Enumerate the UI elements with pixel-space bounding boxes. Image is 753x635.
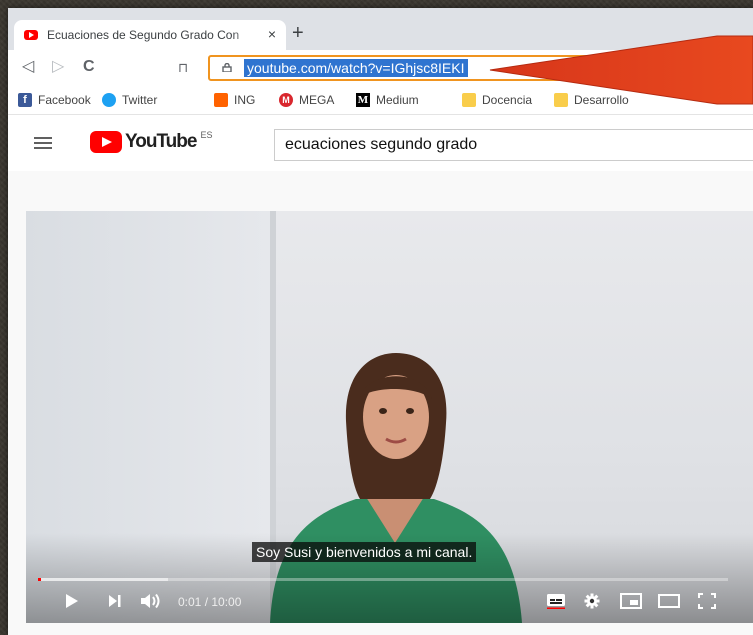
bookmarks-bar: f Facebook Twitter ING M MEGA M Medium D…	[8, 86, 753, 115]
time-display: 0:01 / 10:00	[178, 595, 242, 609]
tab-strip: Ecuaciones de Segundo Grado Con × +	[8, 8, 753, 50]
play-icon[interactable]	[64, 593, 80, 609]
bookmark-label: Docencia	[482, 93, 533, 107]
bookmark-twitter[interactable]: Twitter	[102, 93, 157, 107]
bookmark-desarrollo[interactable]: Desarrollo	[554, 93, 629, 107]
back-button[interactable]: ◁	[22, 58, 34, 76]
miniplayer-icon[interactable]	[620, 593, 642, 609]
new-tab-button[interactable]: +	[292, 23, 304, 43]
subtitle-caption: Soy Susi y bienvenidos a mi canal.	[252, 542, 477, 562]
progress-bar[interactable]	[38, 578, 728, 581]
volume-icon[interactable]	[140, 593, 162, 609]
region-code: ES	[200, 130, 213, 140]
settings-gear-icon[interactable]	[584, 593, 600, 609]
bookmark-label: MEGA	[299, 93, 335, 107]
next-icon[interactable]	[108, 593, 122, 609]
tab-title: Ecuaciones de Segundo Grado Con	[47, 28, 240, 42]
bookmark-label: Medium	[376, 93, 419, 107]
bookmark-label: ING	[234, 93, 256, 107]
browser-tab[interactable]: Ecuaciones de Segundo Grado Con ×	[14, 20, 286, 50]
reload-button[interactable]: C	[83, 58, 95, 76]
medium-icon: M	[356, 93, 370, 107]
bookmark-mega[interactable]: M MEGA	[279, 93, 334, 107]
bookmark-docencia[interactable]: Docencia	[462, 93, 532, 107]
youtube-wordmark: YouTube	[125, 131, 197, 152]
browser-toolbar: ◁ ▷ C ⊓ youtube.com/watch?v=IGhjsc8IEKI	[8, 50, 753, 86]
bookmark-label: Desarrollo	[574, 93, 629, 107]
url-text[interactable]: youtube.com/watch?v=IGhjsc8IEKI	[244, 59, 468, 77]
theater-mode-icon[interactable]	[658, 593, 680, 609]
lock-icon	[222, 63, 232, 72]
ing-icon	[214, 93, 228, 107]
bookmark-label: Twitter	[122, 93, 158, 107]
youtube-favicon-icon	[24, 30, 38, 40]
bookmark-ing[interactable]: ING	[214, 93, 255, 107]
youtube-logo[interactable]: YouTube ES	[90, 130, 213, 153]
bookmark-icon[interactable]: ⊓	[178, 59, 188, 77]
address-bar[interactable]: youtube.com/watch?v=IGhjsc8IEKI	[208, 55, 753, 81]
folder-icon	[554, 93, 568, 107]
progress-buffered	[38, 578, 168, 581]
menu-icon[interactable]	[34, 137, 52, 149]
youtube-play-icon	[90, 131, 122, 153]
folder-icon	[462, 93, 476, 107]
bookmark-medium[interactable]: M Medium	[356, 93, 419, 107]
facebook-icon: f	[18, 93, 32, 107]
forward-button[interactable]: ▷	[52, 58, 64, 76]
bookmark-label: Facebook	[38, 93, 91, 107]
mega-icon: M	[279, 93, 293, 107]
video-player[interactable]: Soy Susi y bienvenidos a mi canal. 0:01 …	[26, 211, 753, 623]
subtitles-icon[interactable]	[546, 593, 566, 609]
progress-played	[38, 578, 41, 581]
search-input[interactable]: ecuaciones segundo grado	[274, 129, 753, 161]
fullscreen-icon[interactable]	[698, 593, 716, 609]
bookmark-facebook[interactable]: f Facebook	[18, 93, 91, 107]
tab-close-icon[interactable]: ×	[268, 26, 276, 42]
twitter-icon	[102, 93, 116, 107]
youtube-header: YouTube ES ecuaciones segundo grado	[8, 115, 753, 171]
player-controls: 0:01 / 10:00	[26, 585, 753, 619]
